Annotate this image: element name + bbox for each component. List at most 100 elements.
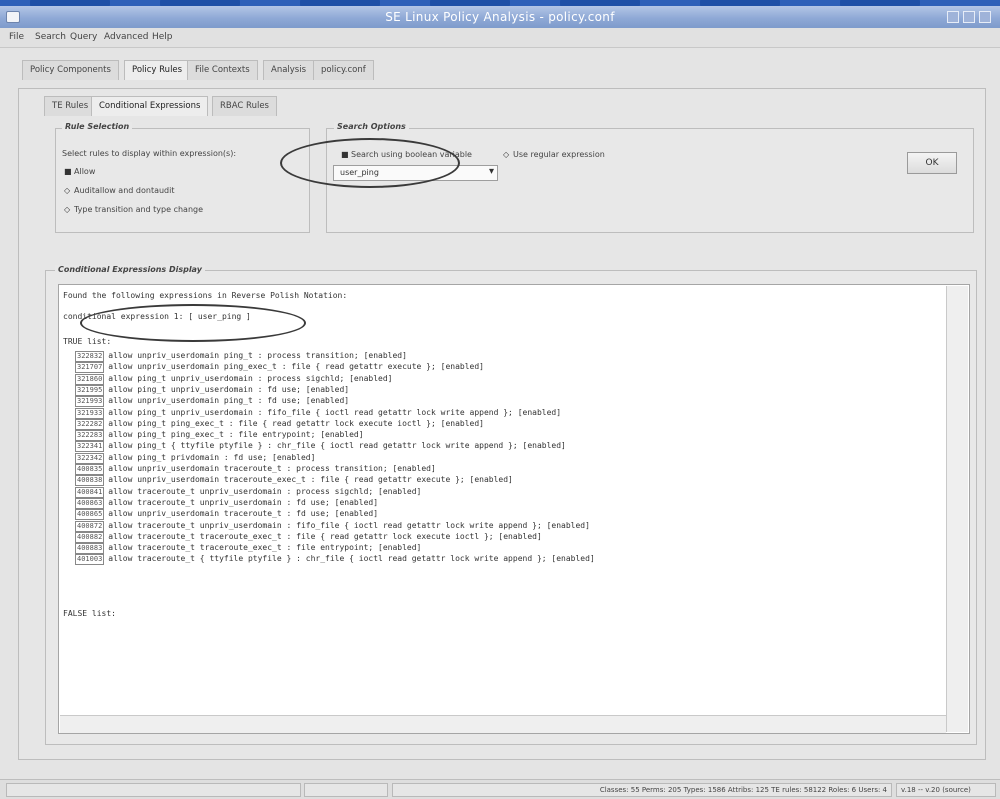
radio-selected-icon: ■	[64, 167, 72, 176]
rule-text: allow ping_t unpriv_userdomain : process…	[108, 373, 393, 383]
rule-id-link[interactable]: 401003	[75, 554, 105, 566]
ok-button[interactable]: OK	[907, 152, 957, 174]
window-title: SE Linux Policy Analysis - policy.conf	[385, 10, 615, 24]
rule-id-link[interactable]: 322342	[75, 452, 105, 464]
rule-id-link[interactable]: 400863	[75, 497, 105, 509]
radio-auditallow-label: Auditallow and dontaudit	[74, 186, 175, 195]
radio-type-transition-label: Type transition and type change	[74, 205, 204, 214]
rule-text: allow unpriv_userdomain ping_exec_t : fi…	[108, 362, 484, 372]
expressions-text-area[interactable]: Found the following expressions in Rever…	[58, 284, 970, 734]
rule-row: 400865 allow unpriv_userdomain traceroute…	[75, 509, 378, 521]
rule-id-link[interactable]: 322282	[75, 418, 105, 430]
rule-row: 321995 allow ping_t unpriv_userdomain : f…	[75, 384, 350, 396]
rule-id-link[interactable]: 322832	[75, 351, 105, 362]
rule-text: allow traceroute_t { ttyfile ptyfile } :…	[108, 554, 595, 564]
tab-policy-rules[interactable]: Policy Rules	[124, 60, 191, 80]
menu-advanced[interactable]: Advanced	[104, 32, 148, 42]
rule-selection-prompt: Select rules to display within expressio…	[62, 149, 237, 158]
rule-row: 400883 allow traceroute_t traceroute_exec…	[75, 543, 422, 555]
chevron-down-icon: ▾	[488, 166, 494, 177]
rule-id-link[interactable]: 321707	[75, 362, 105, 374]
minimize-icon[interactable]	[947, 11, 959, 23]
tab-te-rules[interactable]: TE Rules	[44, 96, 97, 116]
rule-row: 400863 allow traceroute_t unpriv_userdoma…	[75, 497, 379, 509]
rule-text: allow unpriv_userdomain ping_t : fd use;…	[108, 396, 350, 406]
rule-id-link[interactable]: 321993	[75, 396, 105, 408]
rule-id-link[interactable]: 322341	[75, 441, 105, 453]
status-message-cell	[6, 783, 301, 797]
tab-conditional-expressions[interactable]: Conditional Expressions	[91, 96, 209, 116]
regex-checkbox[interactable]: ◇ Use regular expression	[503, 150, 605, 159]
close-icon[interactable]	[979, 11, 991, 23]
rule-text: allow ping_t ping_exec_t : file { read g…	[108, 418, 484, 428]
regex-label: Use regular expression	[513, 150, 605, 159]
rule-row: 401003 allow traceroute_t { ttyfile ptyfi…	[75, 554, 595, 566]
menu-query[interactable]: Query	[70, 32, 97, 42]
rule-row: 321860 allow ping_t unpriv_userdomain : p…	[75, 373, 393, 385]
rule-text: allow unpriv_userdomain traceroute_exec_…	[108, 475, 513, 485]
main-tab-strip: Policy Components Policy Rules File Cont…	[22, 60, 422, 80]
policy-stats: Classes: 55 Perms: 205 Types: 1586 Attri…	[392, 783, 892, 797]
tab-analysis[interactable]: Analysis	[263, 60, 315, 80]
rule-id-link[interactable]: 400865	[75, 509, 105, 521]
rule-id-link[interactable]: 322283	[75, 430, 105, 442]
rule-id-link[interactable]: 321933	[75, 407, 105, 419]
rule-row: 400835 allow unpriv_userdomain traceroute…	[75, 464, 436, 475]
title-bar: SE Linux Policy Analysis - policy.conf	[0, 6, 1000, 28]
display-title: Conditional Expressions Display	[55, 265, 205, 274]
rule-text: allow ping_t unpriv_userdomain : fifo_fi…	[108, 407, 562, 417]
rule-row: 322832 allow unpriv_userdomain ping_t : p…	[75, 351, 407, 362]
rule-text: allow traceroute_t unpriv_userdomain : f…	[108, 520, 590, 530]
menu-search[interactable]: Search	[35, 32, 66, 42]
rule-text: allow traceroute_t unpriv_userdomain : f…	[108, 497, 379, 507]
radio-allow-label: Allow	[74, 167, 96, 176]
rule-text: allow ping_t { ttyfile ptyfile } : chr_f…	[108, 441, 566, 451]
tab-file-contexts[interactable]: File Contexts	[187, 60, 258, 80]
rule-row: 400872 allow traceroute_t unpriv_userdoma…	[75, 520, 590, 532]
rule-id-link[interactable]: 321995	[75, 384, 105, 396]
rule-id-link[interactable]: 400841	[75, 486, 105, 498]
radio-auditallow[interactable]: ◇ Auditallow and dontaudit	[64, 186, 175, 195]
tab-policy-conf[interactable]: policy.conf	[313, 60, 374, 80]
radio-unselected-icon: ◇	[64, 205, 71, 214]
rule-id-link[interactable]: 321860	[75, 373, 105, 385]
rule-selection-title: Rule Selection	[62, 122, 133, 131]
menu-bar: File Search Query Advanced Help	[0, 28, 1000, 48]
tab-policy-components[interactable]: Policy Components	[22, 60, 119, 80]
checkbox-unchecked-icon: ◇	[503, 150, 510, 159]
rule-text: allow traceroute_t unpriv_userdomain : p…	[108, 486, 422, 496]
menu-help[interactable]: Help	[152, 32, 173, 42]
rule-row: 322342 allow ping_t privdomain : fd use; …	[75, 452, 316, 464]
results-header-line: Found the following expressions in Rever…	[63, 291, 348, 300]
rule-id-link[interactable]: 400838	[75, 475, 105, 487]
rule-id-link[interactable]: 400835	[75, 464, 105, 475]
rule-text: allow traceroute_t traceroute_exec_t : f…	[108, 543, 422, 553]
rule-row: 321933 allow ping_t unpriv_userdomain : f…	[75, 407, 562, 419]
false-list-label: FALSE list:	[63, 609, 116, 618]
rule-selection-group	[55, 128, 310, 233]
rule-text: allow ping_t ping_exec_t : file entrypoi…	[108, 430, 364, 440]
sub-tab-strip: TE Rules Conditional Expressions RBAC Ru…	[44, 96, 304, 116]
radio-unselected-icon: ◇	[64, 186, 71, 195]
radio-allow[interactable]: ■ Allow	[64, 167, 95, 176]
rule-text: allow traceroute_t traceroute_exec_t : f…	[108, 531, 542, 541]
rule-id-link[interactable]: 400882	[75, 531, 105, 543]
maximize-icon[interactable]	[963, 11, 975, 23]
rule-row: 400882 allow traceroute_t traceroute_exec…	[75, 531, 542, 543]
rule-text: allow ping_t privdomain : fd use; [enabl…	[108, 452, 316, 462]
rule-id-link[interactable]: 400872	[75, 520, 105, 532]
true-list-label: TRUE list:	[63, 337, 112, 346]
status-bar: Classes: 55 Perms: 205 Types: 1586 Attri…	[0, 779, 1000, 799]
vertical-scrollbar[interactable]	[946, 286, 968, 732]
tab-rbac-rules[interactable]: RBAC Rules	[212, 96, 277, 116]
rule-text: allow unpriv_userdomain ping_t : process…	[108, 351, 407, 360]
rule-id-link[interactable]: 400883	[75, 543, 105, 555]
horizontal-scrollbar[interactable]	[60, 715, 946, 733]
highlight-ellipse	[280, 138, 460, 188]
status-empty-cell	[304, 783, 388, 797]
menu-file[interactable]: File	[9, 32, 24, 42]
rule-text: allow ping_t unpriv_userdomain : fd use;…	[108, 384, 350, 394]
radio-type-transition[interactable]: ◇ Type transition and type change	[64, 205, 203, 214]
rule-row: 400841 allow traceroute_t unpriv_userdoma…	[75, 486, 422, 498]
rule-row: 322282 allow ping_t ping_exec_t : file { …	[75, 418, 484, 430]
